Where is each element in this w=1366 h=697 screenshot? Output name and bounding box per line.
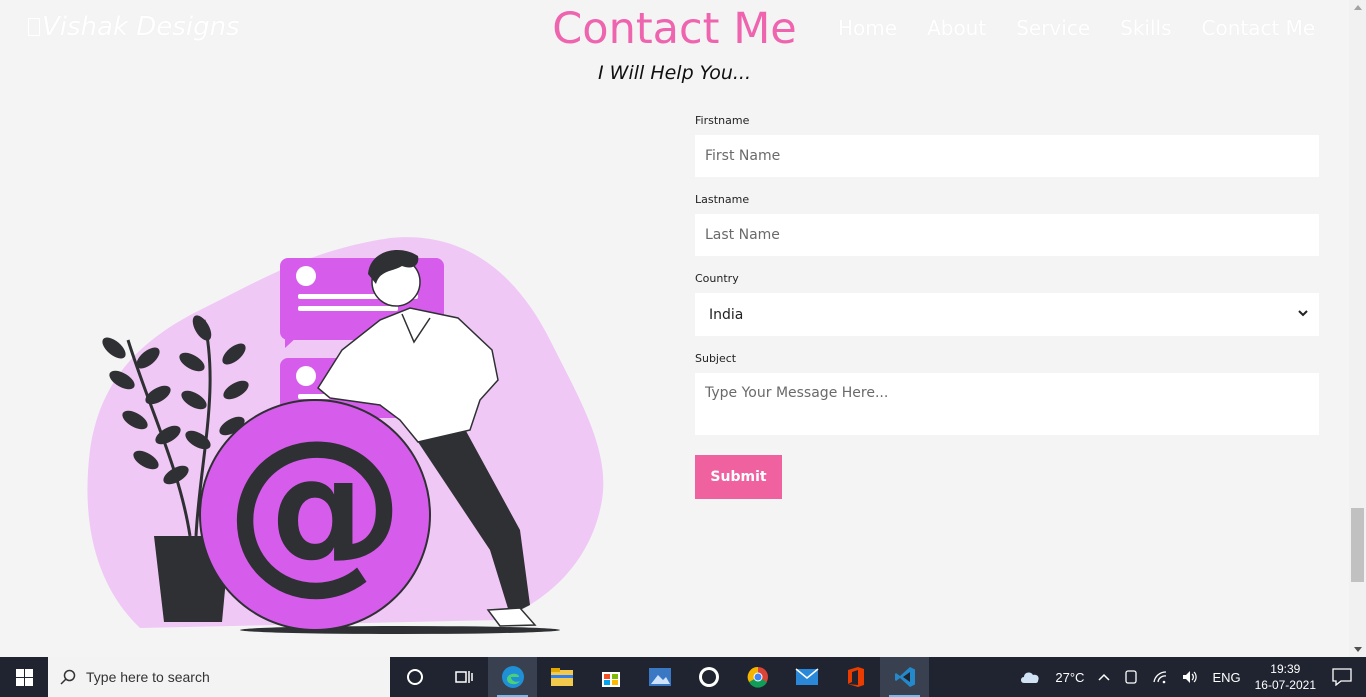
office-app[interactable]: [831, 657, 880, 697]
nav-service[interactable]: Service: [1016, 16, 1090, 40]
country-label: Country: [695, 272, 739, 285]
submit-button[interactable]: Submit: [695, 455, 782, 499]
scroll-thumb[interactable]: [1351, 508, 1364, 582]
lastname-input[interactable]: [695, 214, 1319, 256]
folder-icon: [550, 668, 573, 686]
meet-now-icon[interactable]: [1124, 669, 1138, 685]
office-icon: [847, 667, 864, 687]
lastname-label: Lastname: [695, 193, 750, 206]
windows-taskbar: Type here to search 27°C ENG 19:39 16-07…: [0, 657, 1366, 697]
store-bag-icon: [601, 672, 620, 687]
weather-cloud-icon[interactable]: [1019, 669, 1041, 685]
nav-skills[interactable]: Skills: [1120, 16, 1171, 40]
scroll-up-icon[interactable]: [1354, 5, 1362, 10]
chevron-up-icon[interactable]: [1098, 673, 1110, 681]
vertical-scrollbar[interactable]: [1349, 0, 1366, 657]
mail-icon: [795, 668, 818, 685]
firstname-input[interactable]: [695, 135, 1319, 177]
mail-app[interactable]: [782, 657, 831, 697]
github-app[interactable]: [684, 657, 733, 697]
scroll-down-icon[interactable]: [1354, 647, 1362, 652]
subject-label: Subject: [695, 352, 737, 365]
at-sign-icon: @: [225, 402, 405, 611]
cortana-icon: [406, 669, 423, 685]
vscode-app[interactable]: [880, 657, 929, 697]
firstname-label: Firstname: [695, 114, 750, 127]
windows-logo-icon: [15, 668, 33, 686]
nav-about[interactable]: About: [927, 16, 986, 40]
search-icon: [60, 669, 76, 685]
taskbar-clock[interactable]: 19:39 16-07-2021: [1255, 661, 1316, 693]
wifi-icon[interactable]: [1152, 670, 1168, 684]
clock-time: 19:39: [1270, 662, 1301, 676]
file-explorer-app[interactable]: [537, 657, 586, 697]
store-app[interactable]: [586, 657, 635, 697]
section-subtitle: I Will Help You...: [598, 62, 751, 84]
photos-app[interactable]: [635, 657, 684, 697]
country-selected-value: India: [709, 306, 744, 323]
nav-home[interactable]: Home: [838, 16, 897, 40]
weather-temp[interactable]: 27°C: [1055, 670, 1084, 685]
search-placeholder: Type here to search: [86, 669, 210, 685]
edge-taskbar-app[interactable]: [488, 657, 537, 697]
chrome-icon: [747, 666, 768, 688]
country-select[interactable]: India: [695, 293, 1319, 336]
chevron-down-icon: [1298, 310, 1308, 317]
start-button[interactable]: [0, 657, 48, 697]
main-nav: Home About Service Skills Contact Me: [838, 16, 1315, 40]
task-view-icon: [454, 671, 473, 683]
photos-icon: [648, 668, 671, 686]
nav-contact[interactable]: Contact Me: [1202, 16, 1316, 40]
github-icon: [698, 667, 719, 687]
cortana-button[interactable]: [390, 657, 439, 697]
volume-icon[interactable]: [1182, 670, 1198, 684]
notifications-icon[interactable]: [1332, 668, 1352, 686]
system-tray: 27°C ENG 19:39 16-07-2021: [1019, 657, 1366, 697]
contact-illustration: @: [87, 237, 604, 634]
edge-icon: [501, 666, 524, 688]
web-page: Vishak Designs Contact Me I Will Help Yo…: [0, 0, 1349, 657]
chrome-app[interactable]: [733, 657, 782, 697]
taskbar-search[interactable]: Type here to search: [48, 657, 390, 697]
vscode-icon: [894, 667, 915, 687]
contact-form: Firstname Lastname Country India Subject…: [695, 114, 1319, 499]
clock-date: 16-07-2021: [1254, 678, 1316, 692]
task-view-button[interactable]: [439, 657, 488, 697]
subject-textarea[interactable]: [695, 373, 1319, 435]
language-indicator[interactable]: ENG: [1212, 670, 1240, 685]
